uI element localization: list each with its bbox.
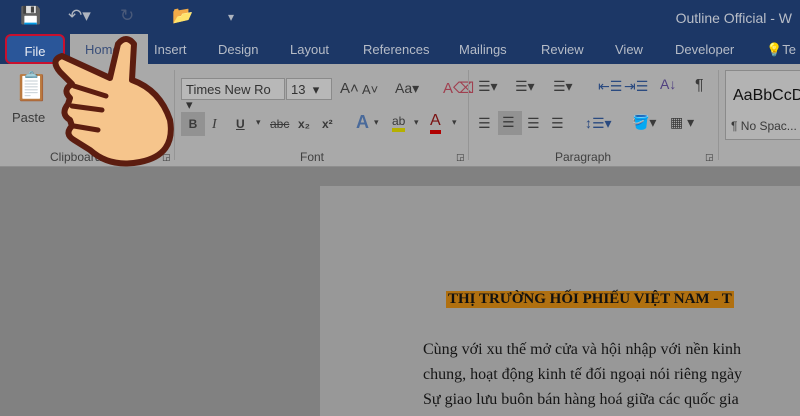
line-spacing-icon[interactable]: ↕☰▾ bbox=[585, 115, 612, 132]
undo-icon[interactable]: ↶▾ bbox=[68, 6, 91, 26]
customize-toolbar-icon[interactable]: ▾ bbox=[228, 10, 234, 24]
divider bbox=[468, 70, 469, 160]
increase-indent-icon[interactable]: ⇥☰ bbox=[624, 78, 648, 95]
superscript-button[interactable]: x² bbox=[322, 117, 333, 131]
tab-mailings[interactable]: Mailings bbox=[459, 42, 507, 57]
divider bbox=[718, 70, 719, 160]
lightbulb-icon: 💡 bbox=[766, 42, 783, 57]
tab-design[interactable]: Design bbox=[218, 42, 258, 57]
tab-review[interactable]: Review bbox=[541, 42, 584, 57]
italic-button[interactable]: I bbox=[212, 117, 217, 133]
decrease-indent-icon[interactable]: ⇤☰ bbox=[598, 78, 622, 95]
numbering-icon[interactable]: ☰▾ bbox=[515, 78, 535, 95]
highlight-color-icon[interactable]: ab bbox=[392, 114, 406, 132]
font-color-icon[interactable]: A bbox=[430, 112, 441, 134]
multilevel-list-icon[interactable]: ☰▾ bbox=[553, 78, 573, 95]
underline-button[interactable]: U bbox=[236, 117, 245, 131]
paragraph-group-label: Paragraph bbox=[555, 150, 612, 164]
save-icon[interactable]: 💾 bbox=[20, 6, 41, 26]
align-right-icon[interactable]: ☰ bbox=[527, 115, 540, 132]
document-heading: THỊ TRƯỜNG HỐI PHIẾU VIỆT NAM - T bbox=[446, 291, 734, 308]
text-effects-dropdown-icon[interactable]: ▾ bbox=[374, 117, 379, 128]
clear-formatting-icon[interactable]: A⌫ bbox=[443, 79, 474, 97]
change-case-button[interactable]: Aa▾ bbox=[395, 80, 419, 97]
font-name-select[interactable]: Times New Ro ▾ bbox=[181, 78, 285, 112]
title-bar: 💾 ↶▾ ↻ 📂 ▾ Outline Official - W bbox=[0, 0, 800, 34]
align-left-icon[interactable]: ☰ bbox=[478, 115, 491, 132]
strikethrough-button[interactable]: abc bbox=[270, 117, 289, 131]
align-center-icon[interactable]: ☰ bbox=[498, 111, 522, 135]
highlight-dropdown-icon[interactable]: ▾ bbox=[414, 117, 419, 128]
bullets-icon[interactable]: ☰▾ bbox=[478, 78, 498, 95]
text-effects-icon[interactable]: A bbox=[356, 112, 369, 133]
open-folder-icon[interactable]: 📂 bbox=[172, 6, 193, 26]
shrink-font-icon[interactable]: A˅ bbox=[362, 82, 378, 97]
style-no-spacing[interactable]: AaBbCcD ¶ No Spac... bbox=[725, 70, 800, 140]
dialog-launcher-icon[interactable]: ◲ bbox=[705, 152, 714, 163]
borders-icon[interactable]: ▦ ▾ bbox=[670, 114, 694, 131]
subscript-button[interactable]: x₂ bbox=[298, 117, 310, 131]
tab-layout[interactable]: Layout bbox=[290, 42, 329, 57]
window-title: Outline Official - W bbox=[675, 10, 792, 26]
grow-font-icon[interactable]: A˄ bbox=[340, 80, 359, 97]
show-formatting-icon[interactable]: ¶ bbox=[695, 77, 704, 95]
pointing-hand-icon bbox=[52, 36, 174, 167]
shading-icon[interactable]: 🪣▾ bbox=[632, 114, 656, 131]
tab-view[interactable]: View bbox=[615, 42, 643, 57]
tab-references[interactable]: References bbox=[363, 42, 429, 57]
font-size-select[interactable]: 13 ▾ bbox=[286, 78, 332, 100]
font-group-label: Font bbox=[300, 150, 325, 164]
tab-developer[interactable]: Developer bbox=[675, 42, 734, 57]
document-page[interactable]: THỊ TRƯỜNG HỐI PHIẾU VIỆT NAM - T Cùng v… bbox=[320, 186, 800, 416]
paragraph-line: Cùng với xu thế mở cửa và hội nhập với n… bbox=[423, 341, 742, 358]
paragraph-line: Sự giao lưu buôn bán hàng hoá giữa các q… bbox=[423, 391, 739, 408]
font-color-dropdown-icon[interactable]: ▾ bbox=[452, 117, 457, 128]
tell-me[interactable]: 💡Te bbox=[766, 42, 796, 58]
paragraph-line: chung, hoạt động kinh tế đối ngoại nói r… bbox=[423, 366, 743, 383]
sort-icon[interactable]: A↓ bbox=[660, 76, 676, 92]
underline-dropdown-icon[interactable]: ▾ bbox=[256, 117, 261, 128]
dialog-launcher-icon[interactable]: ◲ bbox=[456, 152, 465, 163]
redo-icon[interactable]: ↻ bbox=[120, 6, 134, 26]
justify-icon[interactable]: ☰ bbox=[551, 115, 564, 132]
